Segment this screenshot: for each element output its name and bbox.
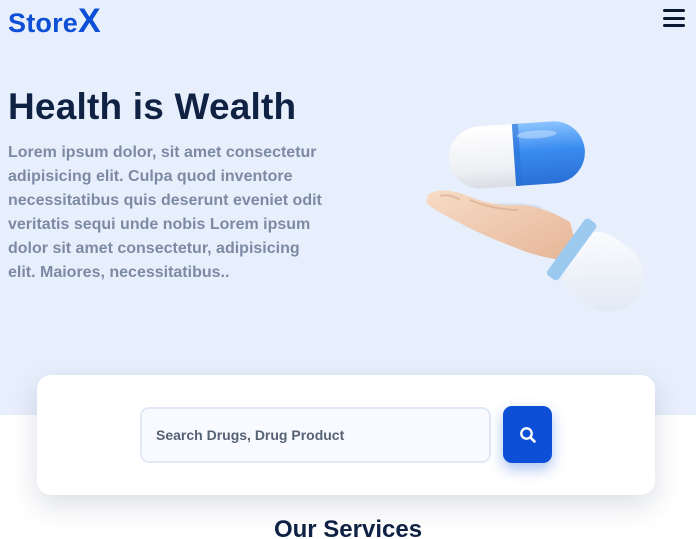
hero-title: Health is Wealth bbox=[8, 86, 297, 127]
brand-logo[interactable]: StoreX bbox=[8, 2, 101, 41]
hand-holding-pill-icon bbox=[426, 121, 644, 312]
hamburger-menu-icon[interactable] bbox=[663, 9, 685, 27]
search-input[interactable] bbox=[140, 407, 491, 463]
menu-line bbox=[663, 9, 685, 12]
search-button[interactable] bbox=[503, 406, 552, 463]
page: StoreX Health is Wealth Lorem ipsum dolo… bbox=[0, 0, 696, 539]
menu-line bbox=[663, 24, 685, 27]
search-card bbox=[37, 375, 655, 495]
hero-description: Lorem ipsum dolor, sit amet consectetur … bbox=[8, 144, 322, 281]
services-section-title: Our Services bbox=[273, 516, 423, 539]
brand-accent-letter: X bbox=[78, 2, 101, 40]
hero-section: StoreX Health is Wealth Lorem ipsum dolo… bbox=[0, 0, 696, 415]
search-icon bbox=[519, 426, 536, 443]
brand-name: Store bbox=[8, 8, 79, 38]
pill-capsule bbox=[449, 121, 585, 189]
menu-line bbox=[663, 16, 685, 20]
